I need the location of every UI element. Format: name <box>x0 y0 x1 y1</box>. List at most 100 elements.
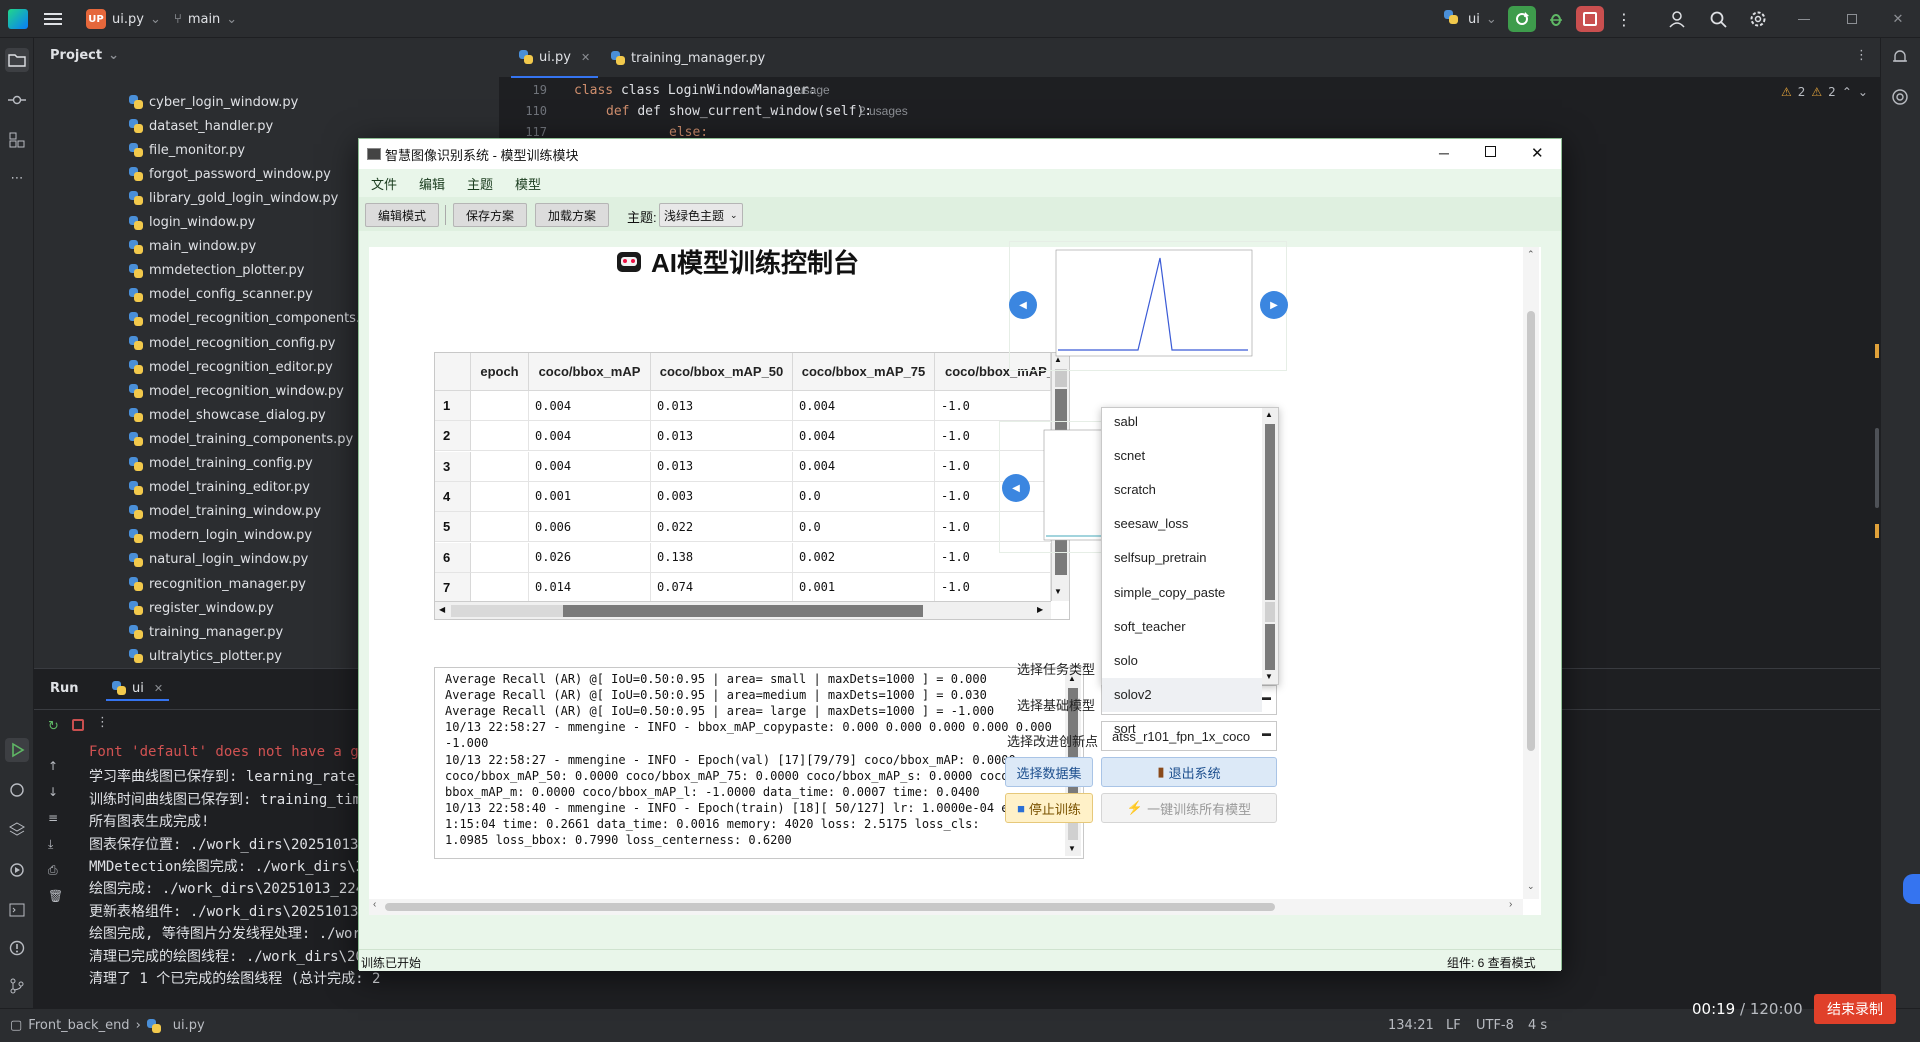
chevron-down-icon[interactable]: ⌄ <box>1527 881 1535 892</box>
settings-gear-icon[interactable] <box>1744 6 1772 32</box>
minimize-icon[interactable]: ─ <box>1439 145 1449 161</box>
column-header[interactable]: coco/bbox_mAP_75 <box>793 353 935 391</box>
table-cell[interactable]: 0.004 <box>793 391 935 421</box>
stop-run-icon[interactable] <box>72 719 84 731</box>
menu-model[interactable]: 模型 <box>515 169 541 197</box>
close-window-icon[interactable]: ✕ <box>1884 6 1912 32</box>
body-hscrollbar[interactable]: ‹ › <box>369 899 1523 915</box>
load-scheme-button[interactable]: 加载方案 <box>535 203 609 227</box>
file-tree-item[interactable]: cyber_login_window.py <box>129 90 298 114</box>
branch-selector[interactable]: ⑂ main ⌄ <box>174 0 237 38</box>
table-hscrollbar[interactable]: ◀ ▶ <box>435 601 1051 619</box>
table-cell[interactable]: 0.006 <box>529 512 651 543</box>
close-icon[interactable]: ✕ <box>1531 144 1544 162</box>
stop-recording-button[interactable]: 结束录制 <box>1814 994 1896 1024</box>
inspection-widget[interactable]: ⚠ 2 ⚠ 2 ⌃ ⌄ <box>1781 85 1868 99</box>
scroll-down-icon[interactable]: ↓ <box>48 779 63 805</box>
dropdown-scrollbar[interactable]: ▲ ▼ <box>1262 408 1278 684</box>
table-cell[interactable]: 0.004 <box>793 451 935 482</box>
dropdown-option[interactable]: solov2 <box>1102 677 1262 712</box>
row-header[interactable]: 1 <box>435 391 471 421</box>
table-cell[interactable]: 0.004 <box>793 421 935 452</box>
file-tree-item[interactable]: training_manager.py <box>129 620 283 644</box>
file-tree-item[interactable]: library_gold_login_window.py <box>129 186 338 210</box>
row-header[interactable]: 7 <box>435 572 471 603</box>
code-line[interactable]: 110 def def show_current_window(self): 2… <box>499 101 1880 121</box>
file-tree-item[interactable]: recognition_manager.py <box>129 572 306 596</box>
table-cell[interactable]: 0.001 <box>529 481 651 512</box>
file-tree-item[interactable]: model_recognition_window.py <box>129 379 344 403</box>
line-separator[interactable]: LF <box>1446 1018 1461 1033</box>
table-cell[interactable] <box>471 572 529 603</box>
dropdown-option[interactable]: simple_copy_paste <box>1114 575 1260 609</box>
file-tree-item[interactable]: model_training_config.py <box>129 452 313 476</box>
next-chart-button[interactable]: ▶ <box>1260 291 1288 319</box>
indent-setting[interactable]: 4 s <box>1528 1018 1547 1033</box>
table-cell[interactable]: 0.022 <box>651 512 793 543</box>
body-vscrollbar[interactable]: ⌃ ⌄ <box>1523 247 1539 899</box>
table-cell[interactable]: -1.0 <box>935 572 1051 603</box>
file-tree-item[interactable]: main_window.py <box>129 235 256 259</box>
table-cell[interactable]: 0.004 <box>529 421 651 452</box>
metrics-table[interactable]: epoch coco/bbox_mAP coco/bbox_mAP_50 coco/b… <box>434 352 1070 620</box>
row-header[interactable]: 4 <box>435 481 471 512</box>
select-dataset-button[interactable]: 选择数据集 <box>1005 757 1093 787</box>
column-header[interactable]: coco/bbox_mAP <box>529 353 651 391</box>
run-config-selector[interactable]: ui ⌄ <box>1444 0 1497 38</box>
dropdown-option[interactable]: solo <box>1114 643 1260 677</box>
dropdown-option[interactable]: scnet <box>1114 438 1260 472</box>
file-tree-item[interactable]: model_training_editor.py <box>129 476 310 500</box>
notifications-icon[interactable] <box>1891 48 1909 70</box>
file-tree-item[interactable]: model_training_components.py <box>129 427 353 451</box>
python-packages-icon[interactable] <box>5 778 29 802</box>
theme-select[interactable]: 浅绿色主题 ⌄ <box>659 203 743 227</box>
file-tree-item[interactable]: natural_login_window.py <box>129 548 308 572</box>
run-tool-icon[interactable] <box>5 738 29 762</box>
scroll-up-icon[interactable]: ↑ <box>48 753 63 779</box>
scroll-up-arrow-icon[interactable]: ▲ <box>1265 410 1273 419</box>
file-tree-item[interactable]: mmdetection_plotter.py <box>129 259 304 283</box>
scroll-down-arrow-icon[interactable]: ▼ <box>1054 587 1062 596</box>
dropdown-option[interactable]: soft_teacher <box>1114 609 1260 643</box>
file-tree-item[interactable]: model_recognition_config.py <box>129 331 336 355</box>
tab-training-manager-py[interactable]: training_manager.py <box>603 38 773 78</box>
tab-ui-py[interactable]: ui.py ✕ <box>511 38 599 78</box>
file-tree-item[interactable]: model_training_window.py <box>129 500 321 524</box>
file-tree-item[interactable]: model_showcase_dialog.py <box>129 403 326 427</box>
training-log[interactable]: Average Recall (AR) @[ IoU=0.50:0.95 | a… <box>434 667 1084 859</box>
add-user-icon[interactable] <box>1664 6 1692 32</box>
edit-mode-button[interactable]: 编辑模式 <box>365 203 439 227</box>
table-cell[interactable]: 0.002 <box>793 542 935 573</box>
close-tab-icon[interactable]: ✕ <box>154 682 163 695</box>
code-line[interactable]: 19 class class LoginWindowManager: 1 usa… <box>499 80 1880 100</box>
tab-options-icon[interactable]: ⋮ <box>1855 48 1868 63</box>
table-cell[interactable]: 0.138 <box>651 542 793 573</box>
editor-scrollbar[interactable] <box>1875 428 1879 508</box>
dropdown-option[interactable]: scratch <box>1114 472 1260 506</box>
row-header[interactable]: 3 <box>435 451 471 482</box>
column-header[interactable]: epoch <box>471 353 529 391</box>
minimize-window-icon[interactable] <box>1790 6 1818 32</box>
scroll-down-arrow-icon[interactable]: ▼ <box>1068 844 1076 853</box>
run-tab-ui[interactable]: ui ✕ <box>106 677 170 701</box>
rerun-icon[interactable]: ↻ <box>48 719 59 734</box>
file-tree-item[interactable]: model_config_scanner.py <box>129 283 313 307</box>
file-tree-item[interactable]: register_window.py <box>129 596 274 620</box>
project-selector[interactable]: UP ui.py ⌄ <box>86 0 161 38</box>
restore-window-icon[interactable] <box>1838 6 1866 32</box>
column-header[interactable]: coco/bbox_mAP_50 <box>651 353 793 391</box>
print-icon[interactable]: ⎙ <box>48 857 63 883</box>
scroll-thumb[interactable] <box>385 903 1275 911</box>
table-cell[interactable] <box>471 391 529 421</box>
rerun-button[interactable] <box>1508 6 1536 32</box>
project-folder-icon[interactable] <box>5 48 29 72</box>
row-header[interactable]: 6 <box>435 542 471 573</box>
menu-file[interactable]: 文件 <box>371 169 397 197</box>
file-tree-item[interactable]: model_recognition_editor.py <box>129 355 333 379</box>
more-tools-icon[interactable]: ⋯ <box>5 166 29 190</box>
file-tree-item[interactable]: modern_login_window.py <box>129 524 312 548</box>
scroll-left-arrow-icon[interactable]: ◀ <box>439 605 445 614</box>
prev-chart-button[interactable]: ◀ <box>1002 474 1030 502</box>
table-cell[interactable]: 0.014 <box>529 572 651 603</box>
close-tab-icon[interactable]: ✕ <box>581 51 590 64</box>
